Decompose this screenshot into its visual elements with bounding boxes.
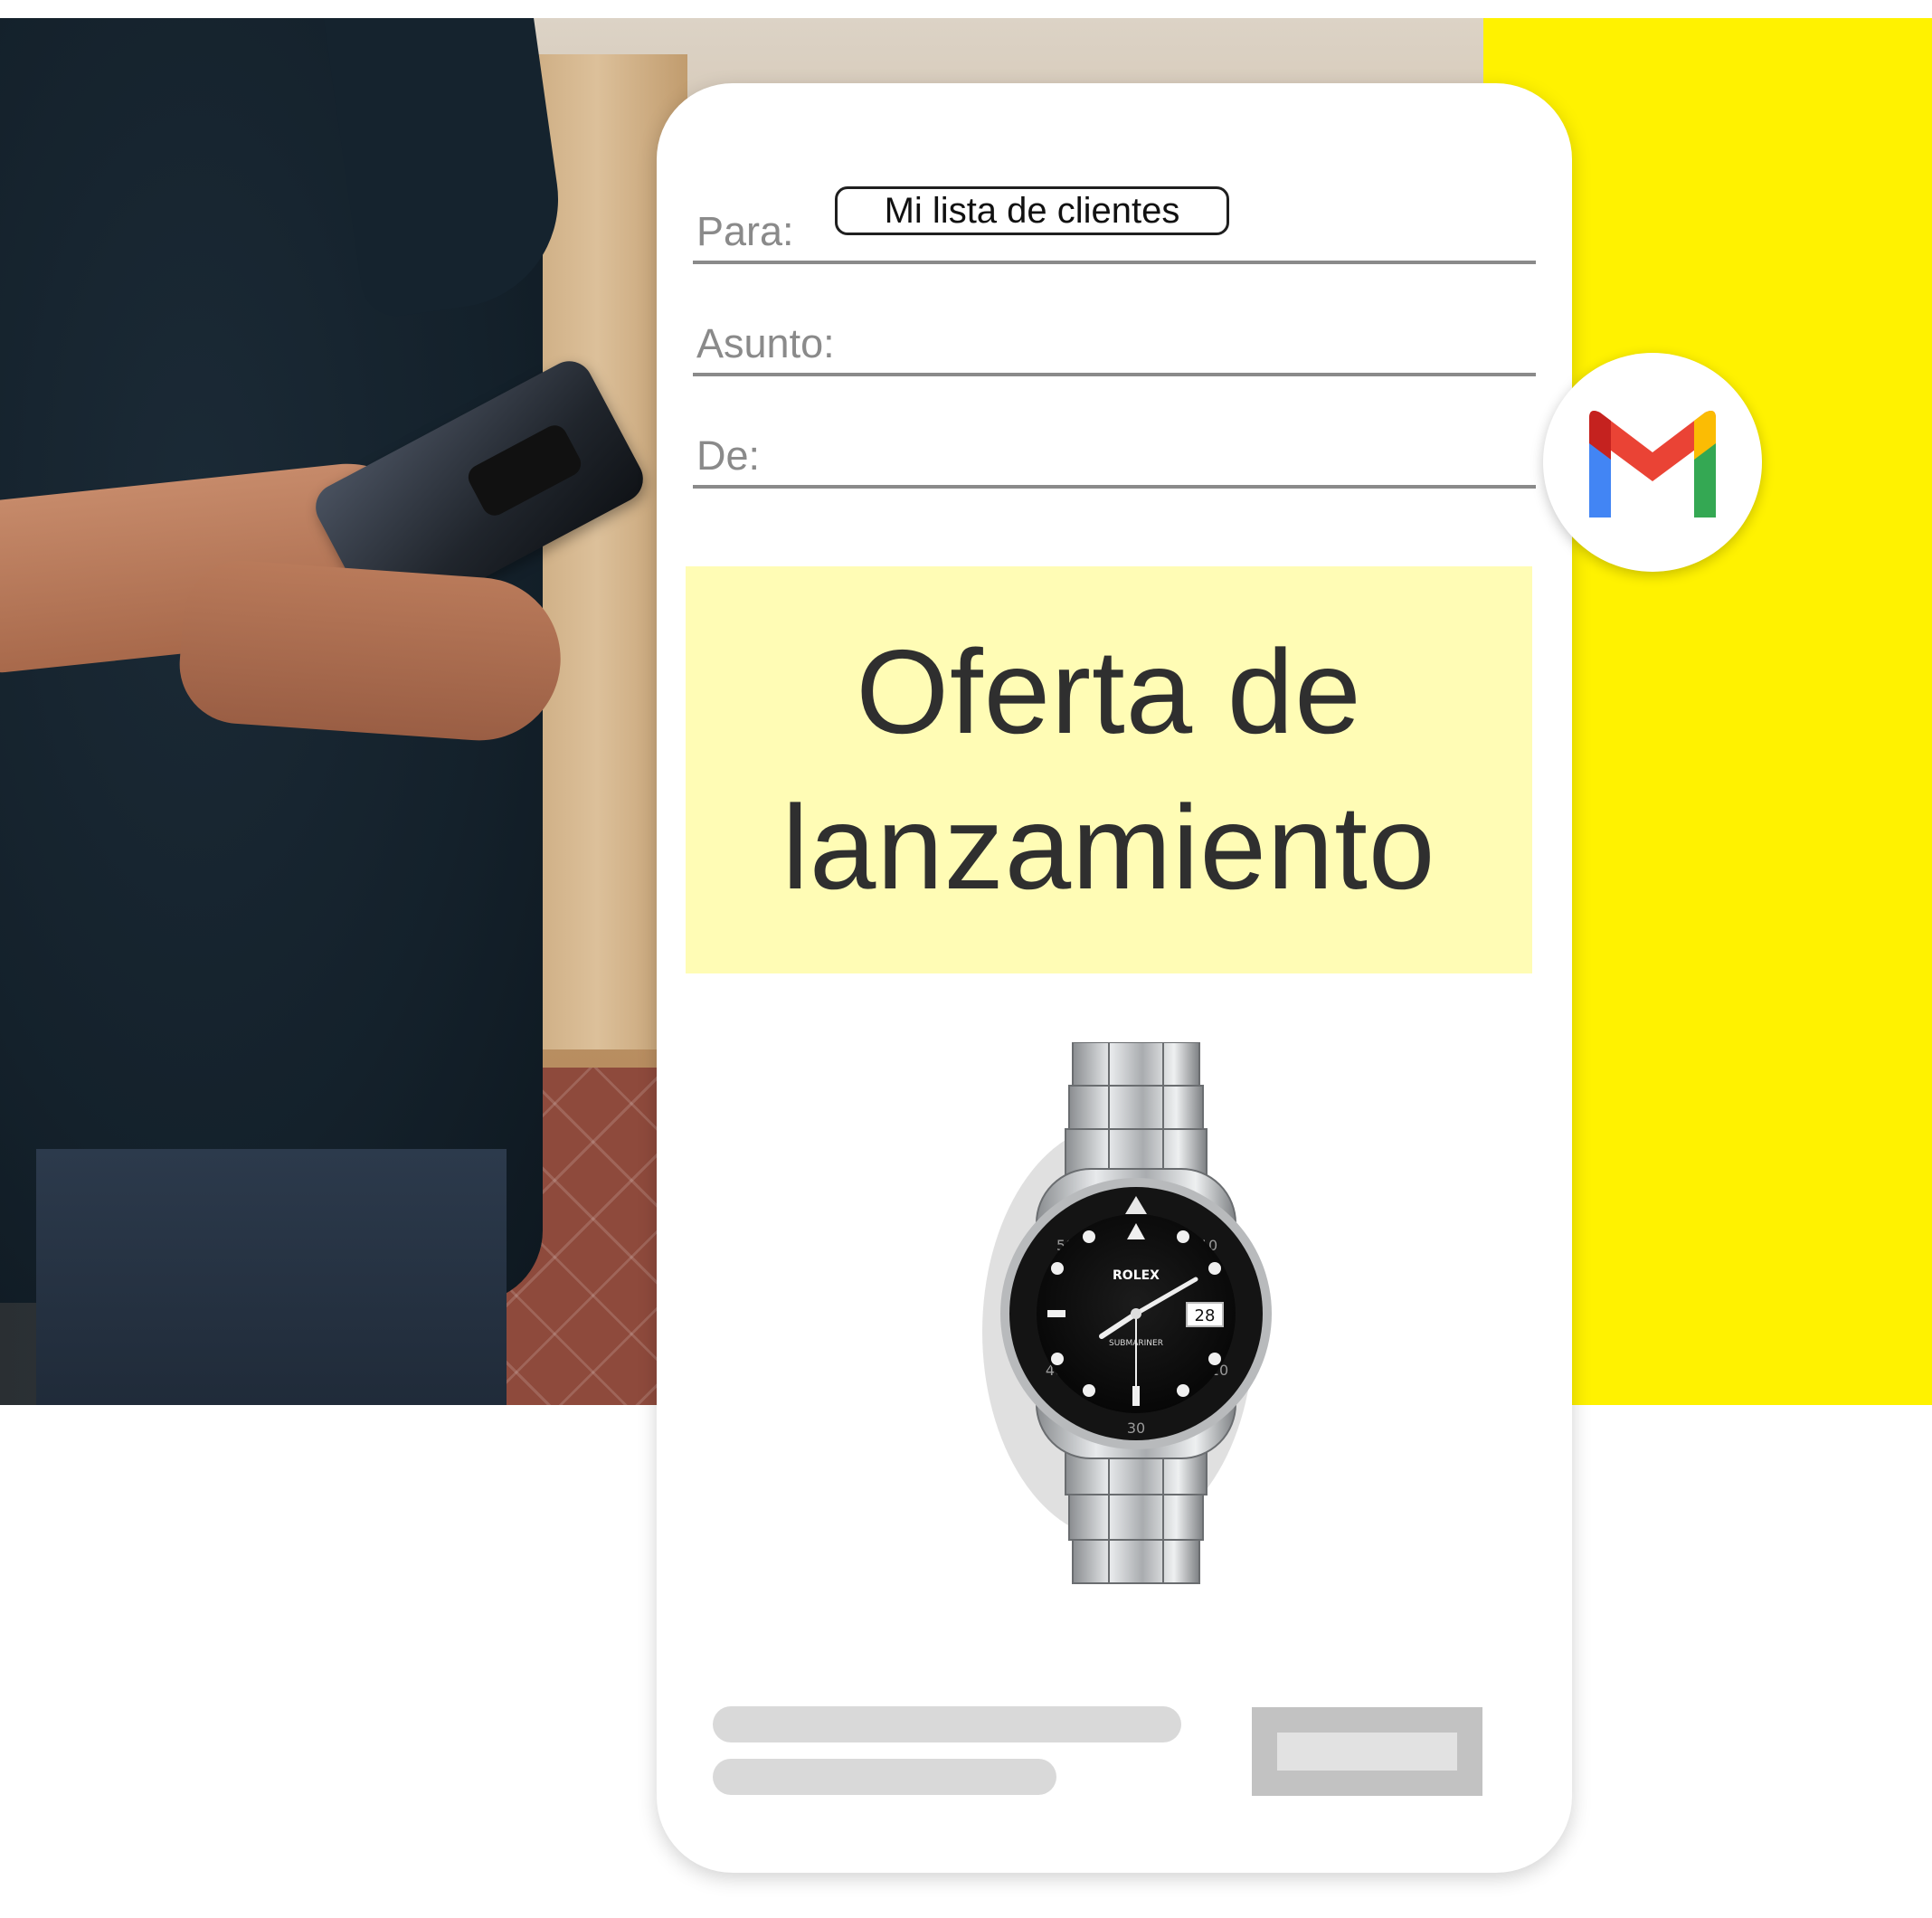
gmail-logo-badge — [1543, 353, 1762, 572]
promo-banner: Oferta de lanzamiento — [686, 566, 1532, 973]
to-label: Para: — [696, 208, 794, 254]
to-field[interactable]: Para: Mi lista de clientes — [693, 186, 1536, 264]
recipient-chip[interactable]: Mi lista de clientes — [835, 186, 1229, 235]
email-preview-card: Para: Mi lista de clientes Asunto: De: O… — [657, 83, 1572, 1873]
watch-brand: ROLEX — [1113, 1268, 1160, 1283]
bezel-number-30: 30 — [1127, 1420, 1145, 1437]
placeholder-text-line-2 — [713, 1759, 1056, 1795]
gmail-icon — [1589, 411, 1716, 517]
banner-title-line-2: lanzamiento — [781, 781, 1436, 914]
subject-label: Asunto: — [696, 320, 835, 366]
from-field[interactable]: De: — [693, 422, 1536, 489]
watch-bracelet-bottom — [1065, 1448, 1208, 1584]
placeholder-text-line-1 — [713, 1706, 1181, 1742]
placeholder-cta-button[interactable] — [1252, 1707, 1482, 1796]
placeholder-cta-button-inner — [1277, 1733, 1457, 1771]
photo-hand — [175, 556, 566, 746]
watch-bracelet-top — [1065, 1042, 1208, 1175]
banner-title-line-1: Oferta de — [856, 625, 1362, 758]
photo-pants — [36, 1149, 507, 1405]
subject-field[interactable]: Asunto: — [693, 309, 1536, 376]
watch-center-pin — [1131, 1308, 1141, 1319]
watch-image: 10 20 30 40 50 28 ROLEX SUBMARINER — [982, 1042, 1272, 1584]
from-label: De: — [696, 432, 761, 479]
watch-date: 28 — [1195, 1306, 1216, 1325]
